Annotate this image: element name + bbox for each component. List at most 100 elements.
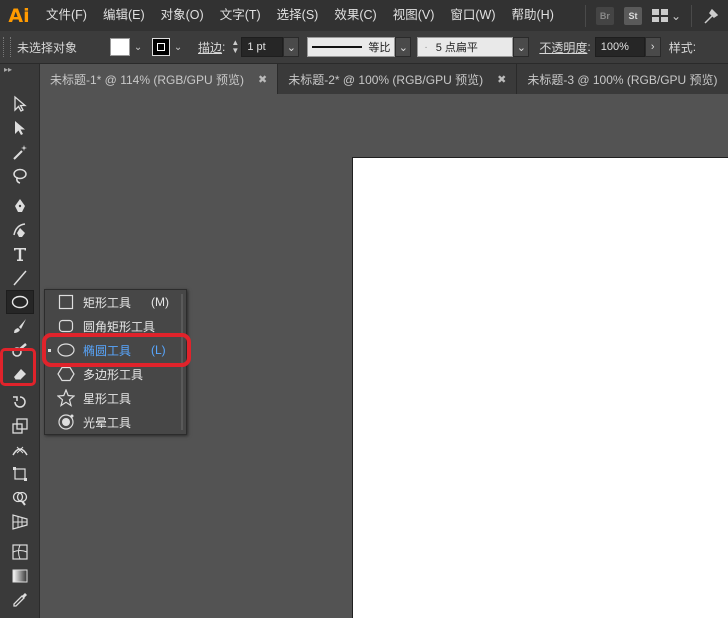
- tab-untitled-2[interactable]: 未标题-2* @ 100% (RGB/GPU 预览) ✖: [278, 64, 518, 94]
- gpu-performance-icon[interactable]: [702, 7, 720, 25]
- menu-separator: [584, 4, 586, 27]
- curvature-tool[interactable]: [6, 218, 34, 242]
- stroke-ratio-label: 等比: [368, 42, 391, 54]
- opacity-input[interactable]: 100%: [594, 37, 645, 57]
- stroke-colon: :: [222, 40, 226, 54]
- menu-window[interactable]: 窗口(W): [442, 0, 503, 31]
- brush-icon: [14, 319, 26, 333]
- stock-icon[interactable]: St: [623, 6, 642, 25]
- rectangle-icon: [56, 292, 76, 312]
- perspective-icon: [12, 514, 28, 530]
- close-icon[interactable]: ✖: [497, 73, 506, 86]
- stroke-weight-spinner[interactable]: ▲ ▼: [229, 37, 241, 57]
- flyout-item-rectangle[interactable]: 矩形工具 (M): [45, 290, 186, 314]
- star-icon: [56, 388, 76, 408]
- brush-definition[interactable]: · 5 点扁平: [417, 37, 514, 57]
- flyout-item-star[interactable]: 星形工具: [45, 386, 186, 410]
- opacity-arrow-icon[interactable]: ›: [644, 37, 661, 57]
- menu-object[interactable]: 对象(O): [153, 0, 212, 31]
- scale-tool[interactable]: [6, 414, 34, 438]
- brush-dropdown-icon[interactable]: ⌄: [513, 37, 530, 57]
- magic-wand-tool[interactable]: [6, 140, 34, 164]
- lasso-tool[interactable]: [6, 164, 34, 188]
- style-colon: :: [692, 40, 697, 54]
- fill-swatch[interactable]: [110, 38, 131, 56]
- rotate-icon: [13, 396, 26, 408]
- flyout-item-label: 星形工具: [83, 391, 132, 406]
- paintbrush-tool[interactable]: [6, 314, 34, 338]
- ellipse-tool-highlight: [0, 348, 36, 386]
- free-transform-tool[interactable]: [6, 462, 34, 486]
- scale-icon: [12, 418, 28, 434]
- workspace-switcher[interactable]: ⌄: [651, 9, 681, 23]
- menu-help[interactable]: 帮助(H): [504, 0, 562, 31]
- flyout-item-flare[interactable]: 光晕工具: [45, 410, 186, 434]
- gradient-tool[interactable]: [6, 564, 34, 588]
- flare-icon: [56, 412, 76, 432]
- document-tabs: 未标题-1* @ 114% (RGB/GPU 预览) ✖ 未标题-2* @ 10…: [40, 64, 728, 94]
- brush-dot-icon: ·: [424, 41, 428, 53]
- ellipse-tool[interactable]: [6, 290, 34, 314]
- type-tool[interactable]: [6, 242, 34, 266]
- stroke-label[interactable]: 描边: [198, 39, 222, 56]
- flyout-item-shortcut: (M): [151, 295, 169, 309]
- eyedropper-tool[interactable]: [6, 588, 34, 612]
- menu-select[interactable]: 选择(S): [269, 0, 327, 31]
- app-logo: Ai: [8, 4, 30, 27]
- stroke-weight-input[interactable]: 1 pt: [241, 37, 284, 57]
- lasso-icon: [13, 168, 27, 184]
- pen-icon: [15, 199, 25, 212]
- mesh-tool[interactable]: [6, 540, 34, 564]
- stroke-dropdown-chevron-icon[interactable]: ⌄: [170, 37, 186, 57]
- type-icon: [14, 248, 26, 261]
- width-icon: [12, 446, 28, 456]
- width-tool[interactable]: [6, 438, 34, 462]
- line-icon: [13, 270, 27, 286]
- tab-label: 未标题-3 @ 100% (RGB/GPU 预览): [527, 72, 718, 87]
- menu-effect[interactable]: 效果(C): [326, 0, 384, 31]
- profile-dropdown-icon[interactable]: ⌄: [395, 37, 412, 57]
- perspective-grid-tool[interactable]: [6, 510, 34, 534]
- close-icon[interactable]: ✖: [258, 73, 267, 86]
- flyout-item-label: 矩形工具: [83, 295, 132, 310]
- opacity-colon: :: [587, 40, 591, 54]
- variable-width-profile[interactable]: 等比: [307, 37, 396, 57]
- menu-separator: [691, 4, 692, 27]
- flyout-item-label: 多边形工具: [83, 367, 144, 382]
- menu-type[interactable]: 文字(T): [212, 0, 269, 31]
- fill-dropdown-chevron-icon[interactable]: ⌄: [130, 37, 146, 57]
- menu-bar: Ai 文件(F) 编辑(E) 对象(O) 文字(T) 选择(S) 效果(C) 视…: [0, 0, 728, 31]
- shape-builder-tool[interactable]: [6, 486, 34, 510]
- magic-wand-icon: [13, 145, 27, 160]
- menu-edit[interactable]: 编辑(E): [95, 0, 153, 31]
- curvature-icon: [13, 223, 26, 237]
- artboard[interactable]: [353, 158, 728, 618]
- bridge-icon[interactable]: Br: [595, 6, 614, 25]
- rotate-tool[interactable]: [6, 390, 34, 414]
- flyout-item-label: 光晕工具: [83, 415, 132, 430]
- control-bar: 未选择对象 ⌄ ⌄ 描边 : ▲ ▼ 1 pt ⌄ 等比 ⌄ · 5 点扁平 ⌄ …: [0, 31, 728, 64]
- selection-icon: [14, 95, 27, 112]
- stroke-swatch[interactable]: [152, 38, 171, 56]
- opacity-label[interactable]: 不透明度: [539, 39, 587, 56]
- ellipse-option-highlight: [42, 333, 191, 367]
- selection-status: 未选择对象: [17, 40, 78, 55]
- tab-untitled-1[interactable]: 未标题-1* @ 114% (RGB/GPU 预览) ✖: [40, 64, 279, 94]
- menu-file[interactable]: 文件(F): [38, 0, 95, 31]
- eyedropper-icon: [13, 593, 27, 607]
- menu-view[interactable]: 视图(V): [385, 0, 443, 31]
- panel-grip[interactable]: [3, 37, 11, 57]
- polygon-icon: [56, 364, 76, 384]
- flyout-item-label: 圆角矩形工具: [83, 319, 156, 334]
- panel-collapse-icon[interactable]: ▸▸: [0, 64, 39, 74]
- workspace-icon: [651, 9, 668, 22]
- stroke-line-preview: [312, 46, 363, 48]
- selection-tool[interactable]: [6, 92, 34, 116]
- direct-selection-tool[interactable]: [6, 116, 34, 140]
- tab-untitled-3[interactable]: 未标题-3 @ 100% (RGB/GPU 预览) ✖: [517, 64, 728, 94]
- stroke-weight-dropdown-icon[interactable]: ⌄: [283, 37, 300, 57]
- line-tool[interactable]: [6, 266, 34, 290]
- mesh-icon: [12, 544, 28, 560]
- brush-label: 5 点扁平: [435, 42, 478, 54]
- pen-tool[interactable]: [6, 194, 34, 218]
